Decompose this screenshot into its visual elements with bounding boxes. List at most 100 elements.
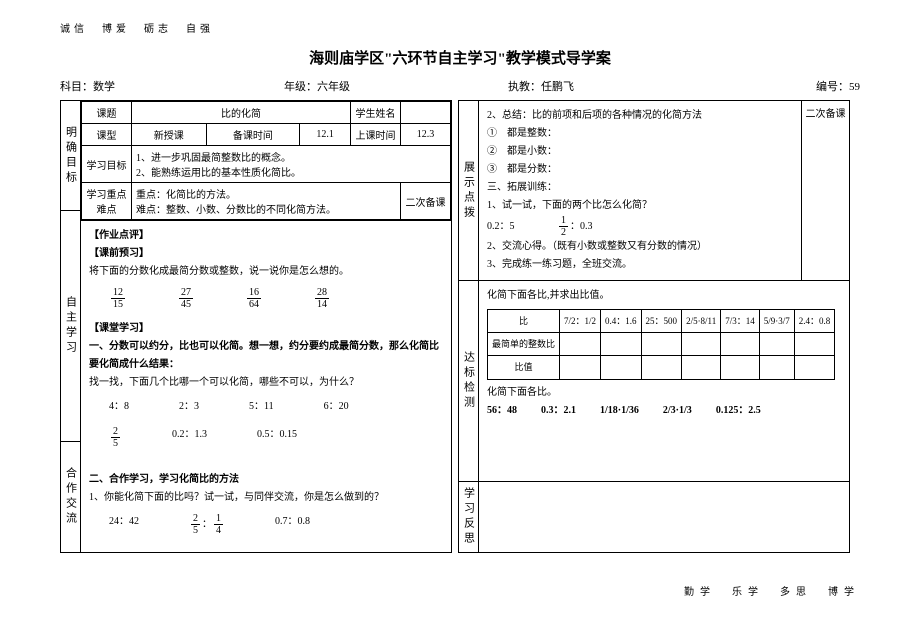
b1-l1: 2、总结：比的前项和后项的各种情况的化简方法: [487, 107, 793, 125]
pre-heading: 【课前预习】: [89, 245, 443, 263]
check-table: 比 7/2：1/2 0.4：1.6 25：500 2/5·8/11 7/3：14…: [487, 309, 835, 380]
r8: 24：42: [109, 513, 139, 536]
number-label: 编号：: [816, 81, 849, 93]
check-body: 化简下面各比,并求出比值。 比 7/2：1/2 0.4：1.6 25：500 2…: [479, 281, 849, 481]
b1-l2: ① 都是整数：: [487, 125, 793, 143]
block-check: 达标检测 化简下面各比,并求出比值。 比 7/2：1/2 0.4：1.6 25：…: [459, 281, 849, 482]
subject-label: 科目：: [60, 81, 93, 93]
goal-text: 1、进一步巩固最简整数比的概念。 2、能熟练运用比的基本性质化简比。: [132, 146, 451, 183]
ci-1: 56：48: [487, 402, 517, 420]
ratio-row-3: 24：42 25：14 0.7：0.8: [109, 513, 443, 536]
r4: 6：20: [324, 398, 349, 416]
classtime: 12.3: [401, 124, 451, 146]
subject: 数学: [93, 81, 115, 93]
vtab-coop: 合作交流: [61, 442, 80, 552]
b1-l9: 3、完成练一练习题，全班交流。: [487, 256, 793, 274]
topic: 比的化简: [132, 102, 351, 124]
left-column: 明确目标 自主学习 合作交流 课题 比的化简 学生姓名 课型 新授课 备课时间 …: [60, 100, 452, 553]
r1: 4：8: [109, 398, 129, 416]
focus-text: 重点：化简比的方法。 难点：整数、小数、分数比的不同化简方法。: [132, 183, 401, 220]
note-label: 二次备课: [401, 183, 451, 220]
r3: 5：11: [249, 398, 274, 416]
show-body: 2、总结：比的前项和后项的各种情况的化简方法 ① 都是整数： ② 都是小数： ③…: [479, 101, 801, 280]
r6: 0.2：1.3: [172, 426, 207, 449]
pre-text: 将下面的分数化成最简分数或整数，说一说你是怎么想的。: [89, 263, 443, 281]
fraction-row: 1215 2745 1664 2814: [109, 287, 443, 310]
ci-2: 0.3：2.1: [541, 402, 576, 420]
s2-text: 1、你能化简下面的比吗？试一试，与同伴交流，你是怎么做到的？: [89, 489, 443, 507]
ct-h0: 比: [488, 310, 560, 333]
b1-l4: ③ 都是分数：: [487, 161, 793, 179]
type-label: 课型: [82, 124, 132, 146]
ct-r2: 比值: [488, 356, 560, 379]
study-section: 【作业点评】 【课前预习】 将下面的分数化成最简分数或整数，说一说你是怎么想的。…: [81, 220, 451, 465]
type: 新授课: [132, 124, 207, 146]
frac-3: 1664: [247, 287, 261, 310]
teacher-label: 执教：: [508, 81, 541, 93]
right-column: 展示点拨 2、总结：比的前项和后项的各种情况的化简方法 ① 都是整数： ② 都是…: [458, 100, 850, 553]
preptime-label: 备课时间: [206, 124, 300, 146]
frac-2: 2745: [179, 287, 193, 310]
left-vtabs: 明确目标 自主学习 合作交流: [61, 101, 81, 552]
ci-4: 2/3·1/3: [663, 402, 692, 420]
header-table: 课题 比的化简 学生姓名 课型 新授课 备课时间 12.1 上课时间 12.3 …: [81, 101, 451, 220]
block-show: 展示点拨 2、总结：比的前项和后项的各种情况的化简方法 ① 都是整数： ② 都是…: [459, 101, 849, 281]
goal-label: 学习目标: [82, 146, 132, 183]
ct-h7: 2.4：0.8: [794, 310, 835, 333]
note-col: 二次备课: [801, 101, 849, 280]
meta-row: 科目：数学 年级：六年级 执教：任鹏飞 编号：59: [60, 78, 860, 94]
hw-heading: 【作业点评】: [89, 227, 443, 245]
check-title: 化简下面各比,并求出比值。: [487, 287, 841, 305]
b1-l8: 2、交流心得。（既有小数或整数又有分数的情况）: [487, 238, 793, 256]
focus-label: 学习重点难点: [82, 183, 132, 220]
ct-h6: 5/9·3/7: [759, 310, 794, 333]
classtime-label: 上课时间: [351, 124, 401, 146]
student-label: 学生姓名: [351, 102, 401, 124]
b1-l7: 0.2：5 12：0.3: [487, 215, 793, 238]
cls-heading: 【课堂学习】: [89, 320, 443, 338]
ci-5: 0.125：2.5: [716, 402, 761, 420]
bottom-motto: 勤学 乐学 多思 博学: [60, 583, 860, 598]
b1-l5: 三、拓展训练：: [487, 179, 793, 197]
ct-h2: 0.4：1.6: [601, 310, 642, 333]
student-blank: [401, 102, 451, 124]
ci-3: 1/18·1/36: [600, 402, 639, 420]
main-wrap: 明确目标 自主学习 合作交流 课题 比的化简 学生姓名 课型 新授课 备课时间 …: [60, 100, 860, 553]
frac-1: 1215: [111, 287, 125, 310]
preptime: 12.1: [300, 124, 351, 146]
block-reflect: 学习反思: [459, 482, 849, 552]
r5: 25: [111, 426, 120, 449]
reflect-body: [479, 482, 849, 552]
r7: 0.5：0.15: [257, 426, 297, 449]
s1-text: 找一找，下面几个比哪一个可以化简，哪些不可以，为什么？: [89, 374, 443, 392]
page-title: 海则庙学区"六环节自主学习"教学模式导学案: [60, 47, 860, 68]
teacher: 任鹏飞: [541, 81, 574, 93]
s2-title: 二、合作学习，学习化简比的方法: [89, 471, 443, 489]
r9: 25：14: [189, 513, 225, 536]
vtab-reflect: 学习反思: [459, 482, 479, 552]
check-items: 56：48 0.3：2.1 1/18·1/36 2/3·1/3 0.125：2.…: [487, 402, 841, 420]
top-motto: 诚信 博爱 砺志 自强: [60, 20, 860, 35]
vtab-show: 展示点拨: [459, 101, 479, 280]
check-title2: 化简下面各比。: [487, 384, 841, 402]
topic-label: 课题: [82, 102, 132, 124]
ct-h3: 25：500: [641, 310, 682, 333]
s1-title: 一、分数可以约分，比也可以化简。想一想，约分要约成最简分数，那么化简比要化简成什…: [89, 338, 443, 374]
vtab-goals: 明确目标: [61, 101, 80, 211]
grade-label: 年级：: [284, 81, 317, 93]
left-body: 课题 比的化简 学生姓名 课型 新授课 备课时间 12.1 上课时间 12.3 …: [81, 101, 451, 552]
frac-4: 2814: [315, 287, 329, 310]
ratio-row-2: 25 0.2：1.3 0.5：0.15: [109, 426, 443, 449]
r10: 0.7：0.8: [275, 513, 310, 536]
coop-section: 二、合作学习，学习化简比的方法 1、你能化简下面的比吗？试一试，与同伴交流，你是…: [81, 465, 451, 552]
vtab-selfstudy: 自主学习: [61, 211, 80, 442]
grade: 六年级: [317, 81, 350, 93]
vtab-check: 达标检测: [459, 281, 479, 481]
b1-l3: ② 都是小数：: [487, 143, 793, 161]
ct-r1: 最简单的整数比: [488, 333, 560, 356]
number: 59: [849, 81, 860, 93]
ct-h1: 7/2：1/2: [560, 310, 601, 333]
ratio-row-1: 4：8 2：3 5：11 6：20: [109, 398, 443, 416]
b1-l6: 1、试一试，下面的两个比怎么化简？: [487, 197, 793, 215]
ct-h4: 2/5·8/11: [682, 310, 721, 333]
